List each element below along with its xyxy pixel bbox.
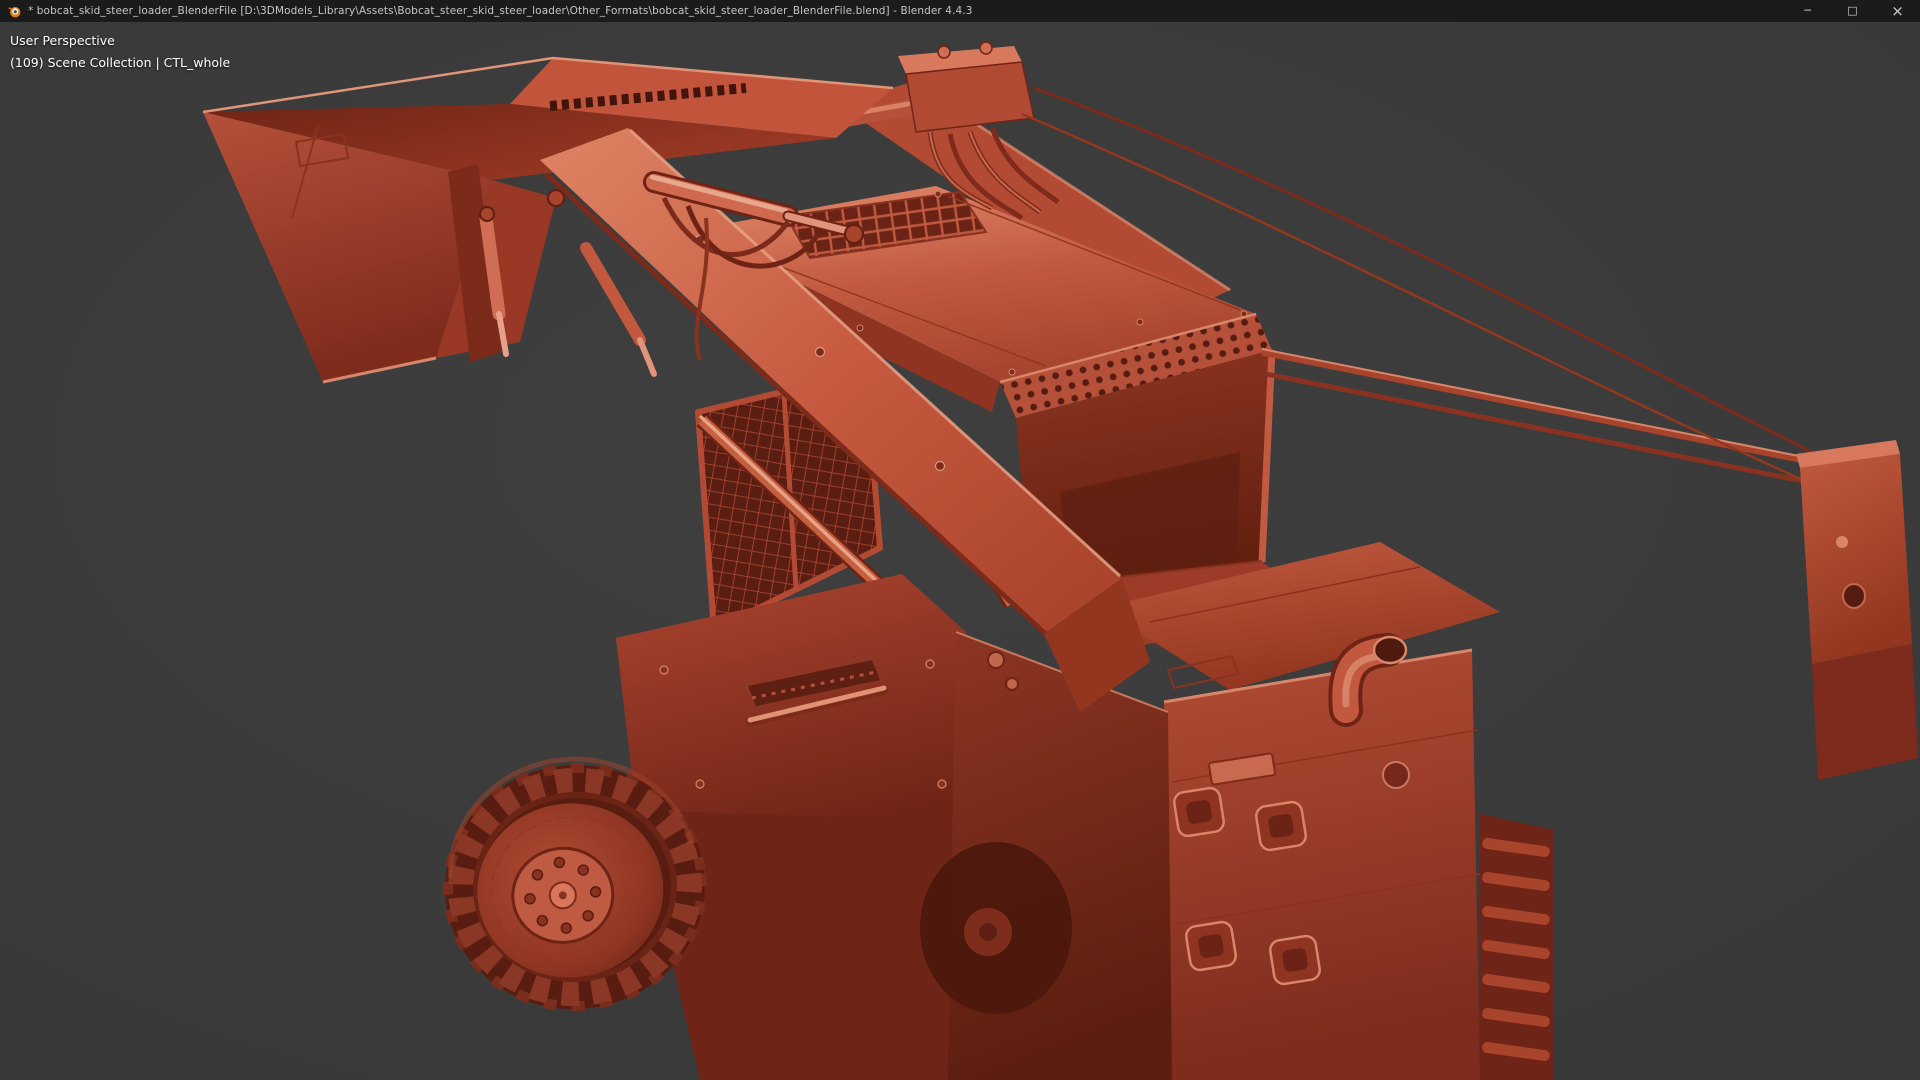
blender-logo-icon [7,4,21,18]
door-latch [1269,934,1321,986]
window-title: * bobcat_skid_steer_loader_BlenderFile [… [28,5,973,17]
viewport-overlay: User Perspective (109) Scene Collection … [10,30,230,74]
title-bar: * bobcat_skid_steer_loader_BlenderFile [… [0,0,1920,22]
door-latch [1185,920,1237,972]
close-button[interactable]: × [1875,0,1920,22]
door-latch [1255,800,1307,852]
rear-tower [898,41,1035,133]
maximize-button[interactable]: □ [1830,0,1875,22]
view-name-label: User Perspective [10,33,115,48]
vent-slats [1480,814,1554,1080]
door-latch [1173,786,1225,838]
chassis-side [920,631,1172,1080]
blender-window: * bobcat_skid_steer_loader_BlenderFile [… [0,0,1920,1080]
rear-door [1163,648,1481,1080]
door-port [1382,761,1410,789]
window-controls: ─ □ × [1785,0,1920,22]
model-render[interactable] [0,22,1920,1080]
collection-label: (109) Scene Collection | CTL_whole [10,55,231,70]
3d-viewport[interactable]: User Perspective (109) Scene Collection … [0,22,1920,1080]
minimize-button[interactable]: ─ [1785,0,1830,22]
